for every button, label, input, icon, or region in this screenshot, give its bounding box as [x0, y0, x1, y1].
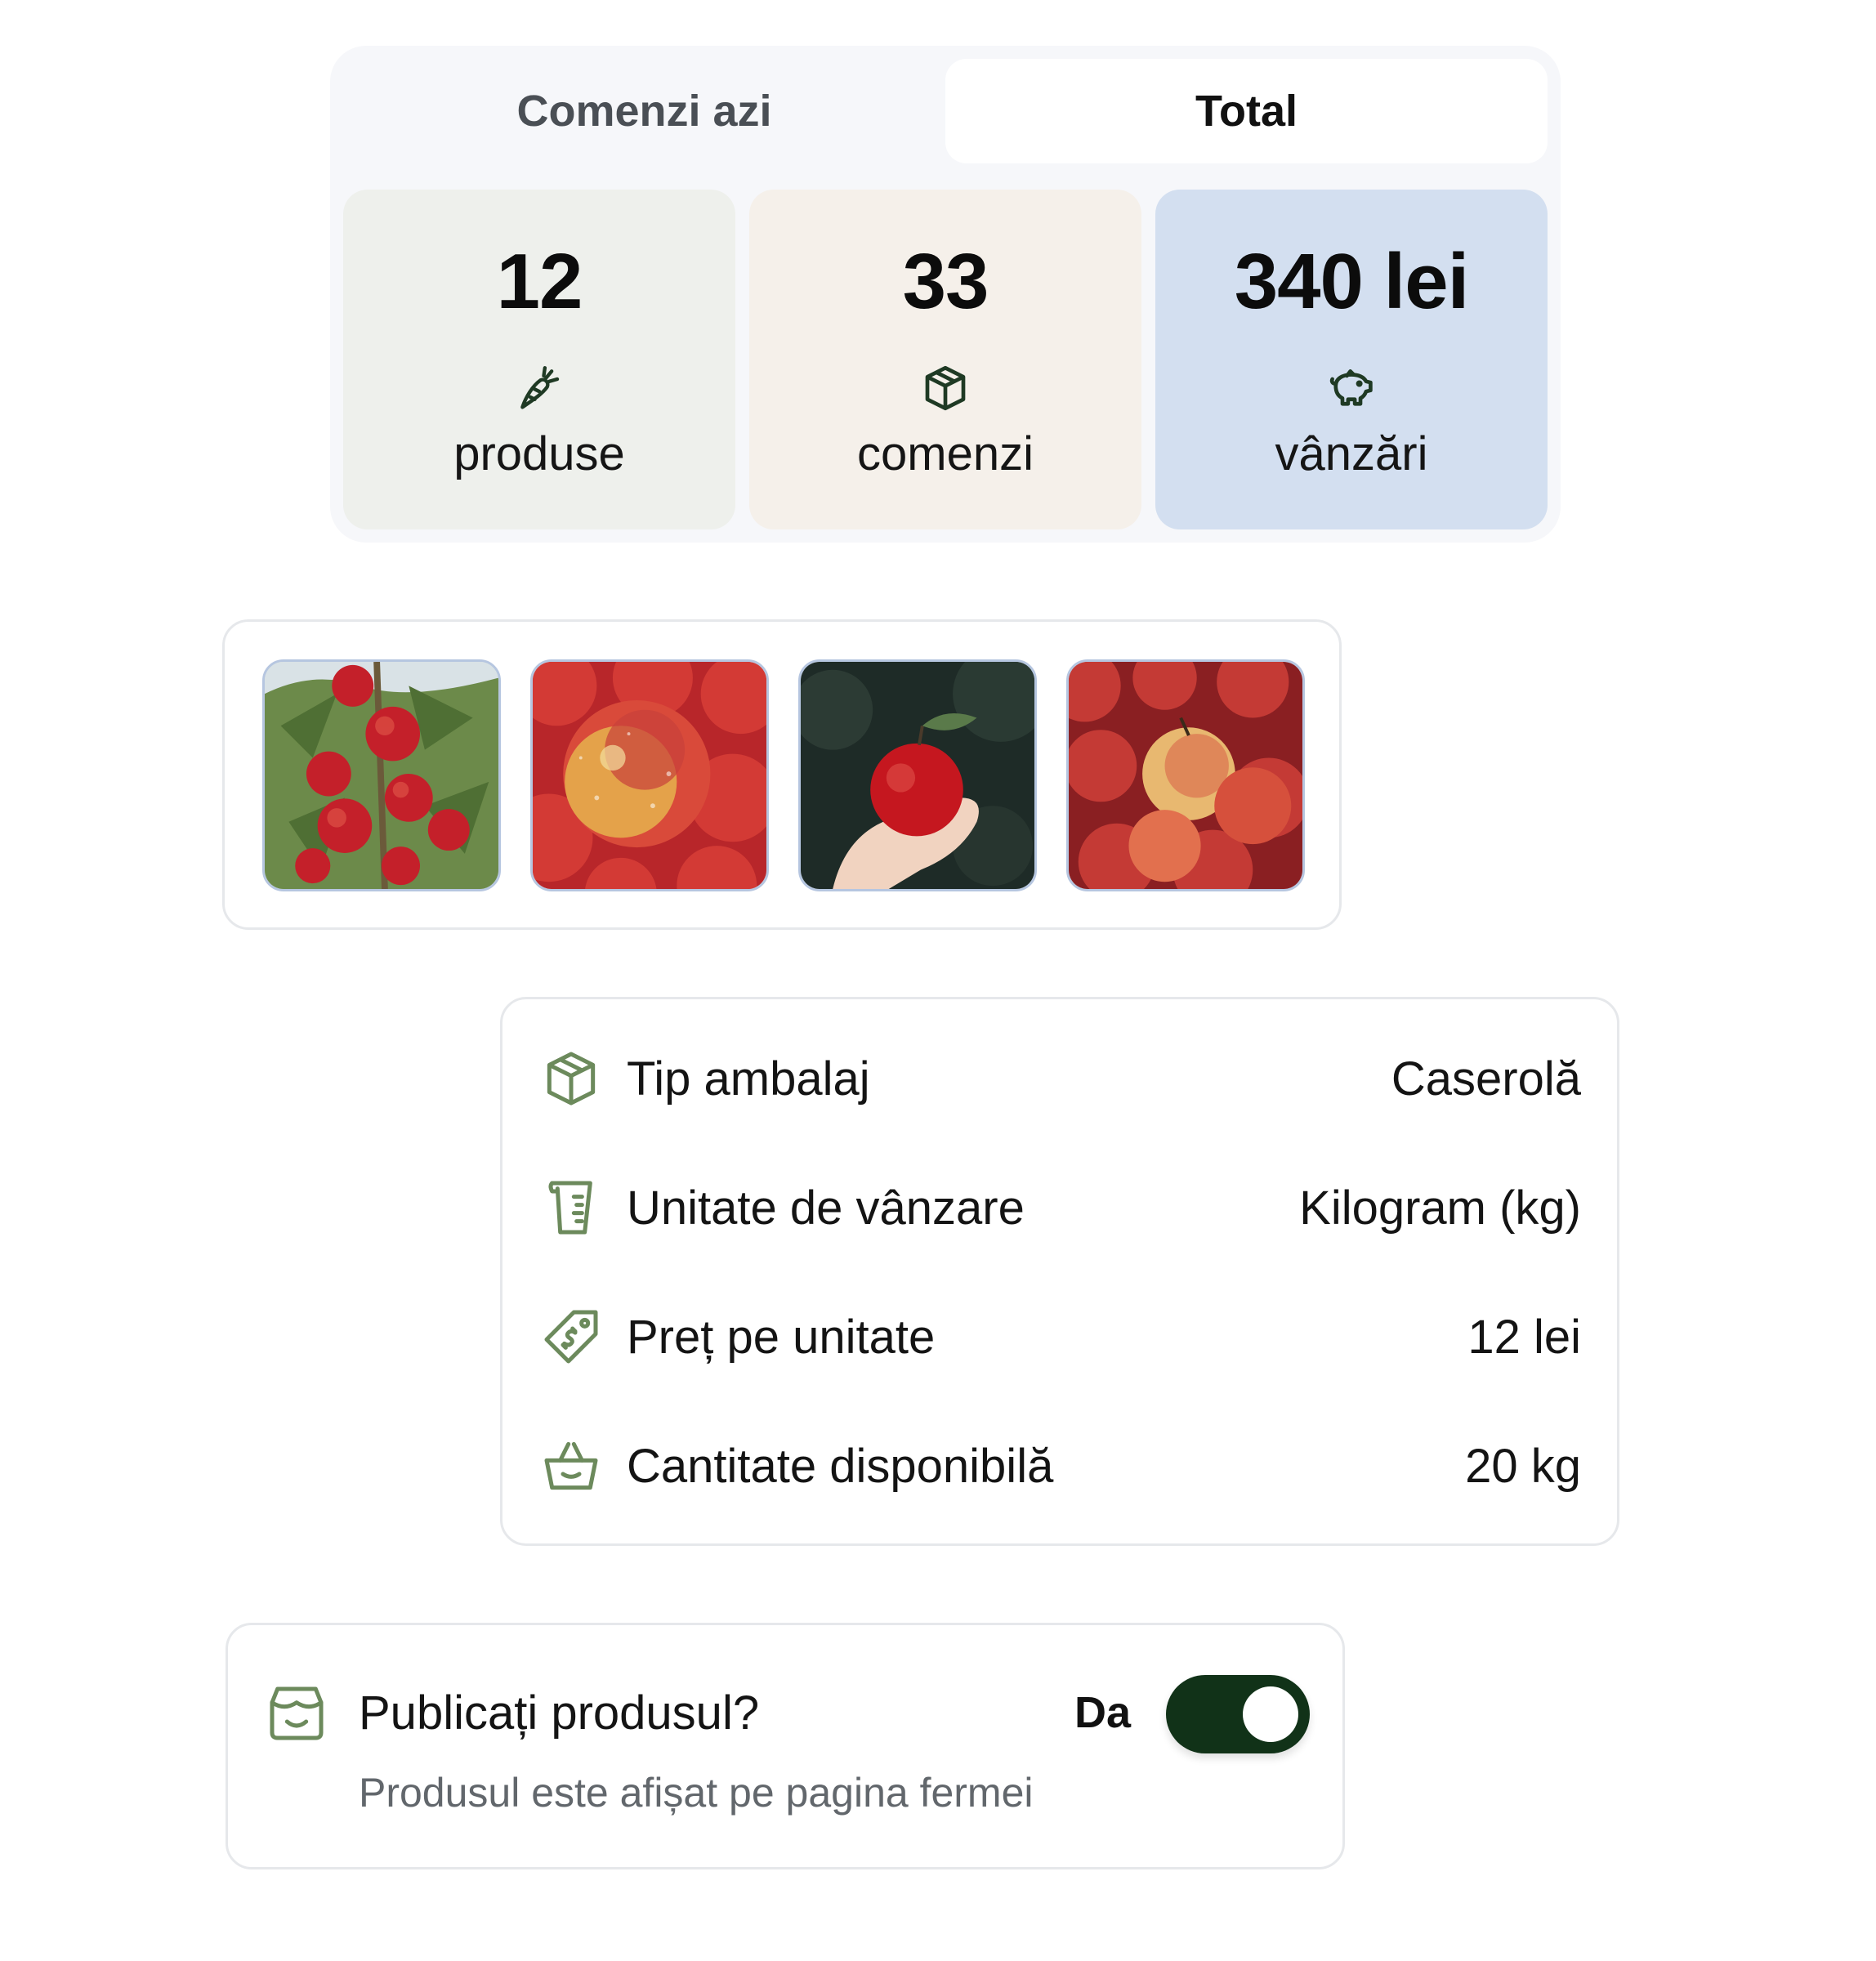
stat-products-label: produse — [453, 427, 625, 480]
price-tag-icon — [544, 1310, 598, 1364]
product-details: Tip ambalaj Caserolă Unitate de vânzare … — [500, 997, 1619, 1546]
gallery-image-apple-tree[interactable] — [262, 659, 501, 891]
gallery-image-hand-apple[interactable] — [798, 659, 1037, 891]
detail-value-quantity: 20 kg — [1465, 1439, 1581, 1493]
box-icon — [925, 365, 966, 411]
piggy-bank-icon — [1329, 369, 1373, 406]
publish-toggle[interactable] — [1166, 1675, 1310, 1753]
wet-apples-photo — [533, 662, 766, 889]
basket-icon — [544, 1441, 598, 1490]
stat-orders-value: 33 — [902, 238, 989, 325]
apple-pile-photo — [1069, 662, 1302, 889]
package-icon — [547, 1052, 596, 1106]
tab-comenzi-azi[interactable]: Comenzi azi — [343, 59, 945, 163]
stats-card: Comenzi azi Total 12 produse 33 comenzi … — [330, 46, 1561, 543]
publish-title: Publicați produsul? — [359, 1686, 760, 1740]
stat-sales-label: vânzări — [1275, 427, 1428, 480]
toggle-knob — [1243, 1686, 1298, 1742]
tab-total[interactable]: Total — [945, 59, 1548, 163]
stat-products-value: 12 — [496, 238, 583, 325]
stat-products: 12 produse — [343, 190, 735, 529]
store-icon — [270, 1686, 324, 1740]
apple-tree-photo — [265, 662, 498, 889]
gallery-image-apple-pile[interactable] — [1066, 659, 1305, 891]
detail-label-price: Preț pe unitate — [627, 1310, 936, 1364]
stat-sales: 340 lei vânzări — [1155, 190, 1548, 529]
publish-card: Publicați produsul? Produsul este afișat… — [226, 1623, 1345, 1869]
period-tabs: Comenzi azi Total — [343, 59, 1548, 163]
detail-row-packaging: Tip ambalaj Caserolă — [538, 1042, 1581, 1115]
measuring-cup-icon — [548, 1181, 592, 1235]
detail-row-price: Preț pe unitate 12 lei — [538, 1300, 1581, 1374]
detail-row-unit: Unitate de vânzare Kilogram (kg) — [538, 1171, 1581, 1244]
stats-row: 12 produse 33 comenzi 340 lei vânzări — [343, 190, 1548, 529]
detail-label-unit: Unitate de vânzare — [627, 1181, 1025, 1235]
publish-state-label: Da — [1074, 1688, 1132, 1737]
stat-orders: 33 comenzi — [749, 190, 1141, 529]
hand-apple-photo — [801, 662, 1034, 889]
detail-row-quantity: Cantitate disponibilă 20 kg — [538, 1429, 1581, 1503]
detail-value-unit: Kilogram (kg) — [1299, 1181, 1581, 1235]
detail-label-quantity: Cantitate disponibilă — [627, 1439, 1054, 1493]
detail-value-price: 12 lei — [1467, 1310, 1581, 1364]
stat-sales-value: 340 lei — [1234, 238, 1470, 325]
gallery-image-wet-apples[interactable] — [530, 659, 769, 891]
stat-orders-label: comenzi — [857, 427, 1034, 480]
publish-subtitle: Produsul este afișat pe pagina fermei — [359, 1770, 1034, 1816]
detail-label-packaging: Tip ambalaj — [627, 1052, 870, 1106]
product-gallery — [222, 619, 1342, 930]
carrot-icon — [520, 366, 560, 409]
detail-value-packaging: Caserolă — [1391, 1052, 1581, 1106]
